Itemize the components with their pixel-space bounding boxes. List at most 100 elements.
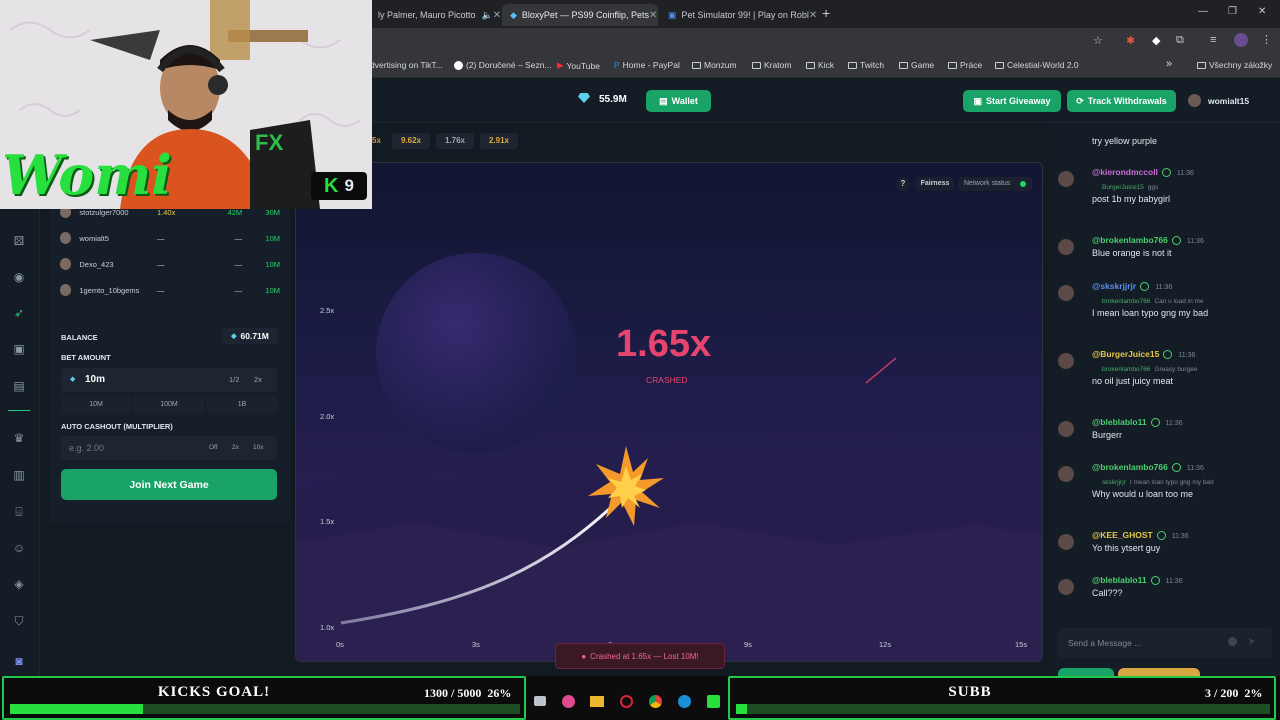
- close-tab-icon[interactable]: ✕: [649, 10, 657, 21]
- bag-icon[interactable]: ▤: [10, 377, 28, 395]
- x-tick: 15s: [1015, 640, 1028, 649]
- bookmark-label: Game: [911, 60, 935, 70]
- chat-message-text: Blue orange is not it: [1092, 248, 1172, 259]
- tag-icon[interactable]: ◈: [10, 575, 28, 593]
- x-tick: 9s: [744, 640, 752, 649]
- taskbar-opera-icon[interactable]: [620, 695, 633, 708]
- close-tab-icon[interactable]: ✕: [809, 10, 817, 21]
- network-status-button[interactable]: Network status: [958, 177, 1032, 191]
- chat-username[interactable]: @KEE_GHOST: [1092, 530, 1153, 540]
- bookmarks-more[interactable]: »: [1166, 58, 1172, 70]
- crash-status: CRASHED: [646, 375, 688, 385]
- double-bet-button[interactable]: 2x: [254, 375, 262, 384]
- rocket-icon[interactable]: ➶: [10, 304, 28, 322]
- chat-username[interactable]: @BurgerJuice15: [1092, 349, 1159, 359]
- case-icon[interactable]: ▣: [10, 340, 28, 358]
- bookmark-item[interactable]: ▶ YouTube: [557, 60, 600, 71]
- help-button[interactable]: ?: [896, 177, 910, 191]
- profile-avatar[interactable]: [1234, 33, 1248, 47]
- auto-cashout-input[interactable]: e.g. 2.00 Off 2x 10x: [61, 436, 277, 460]
- new-tab-icon[interactable]: +: [822, 5, 830, 21]
- all-bookmarks-folder[interactable]: Všechny záložky: [1197, 60, 1272, 70]
- minimize-icon[interactable]: —: [1198, 6, 1208, 17]
- taskbar-edge-icon[interactable]: [678, 695, 691, 708]
- coin-icon[interactable]: ◉: [10, 268, 28, 286]
- chat-username[interactable]: @kierondmccoll: [1092, 167, 1158, 177]
- users-icon[interactable]: ☺: [10, 539, 28, 557]
- cashout-off-button[interactable]: Off: [209, 444, 218, 451]
- half-bet-button[interactable]: 1/2: [229, 375, 239, 384]
- start-giveaway-button[interactable]: ▣ Start Giveaway: [963, 90, 1061, 112]
- browser-tab[interactable]: ▣ Pet Simulator 99! | Play on Robl ✕: [660, 4, 818, 26]
- rank-badge-icon: [1150, 576, 1160, 586]
- browser-tab[interactable]: ly Palmer, Mauro Picotto 🔈 ✕: [370, 4, 500, 26]
- bookmark-folder[interactable]: Kratom: [752, 60, 791, 70]
- taskbar-folder-icon[interactable]: [590, 696, 604, 707]
- wallet-button[interactable]: ▤ Wallet: [646, 90, 711, 112]
- discord-icon[interactable]: ◙: [10, 652, 28, 670]
- bookmark-folder[interactable]: Twitch: [848, 60, 884, 70]
- shield-icon[interactable]: ⛉: [10, 612, 28, 630]
- bookmark-folder[interactable]: Game: [899, 60, 934, 70]
- track-withdrawals-button[interactable]: ⟳ Track Withdrawals: [1067, 90, 1176, 112]
- dice-icon[interactable]: ⚄: [10, 232, 28, 250]
- bookmark-item[interactable]: dvertising on TikT...: [370, 60, 443, 70]
- menu-lines-icon[interactable]: ≡: [1210, 34, 1216, 46]
- bookmark-folder[interactable]: Kick: [806, 60, 834, 70]
- extension-icon[interactable]: ✱: [1126, 34, 1135, 47]
- bookmark-item[interactable]: (2) Doručené – Sezn...: [454, 60, 552, 70]
- chat-username[interactable]: @bleblablo11: [1092, 575, 1147, 585]
- roblox-favicon-icon: ▣: [668, 9, 677, 20]
- close-tab-icon[interactable]: ✕: [493, 10, 500, 21]
- cashout-2x-button[interactable]: 2x: [232, 444, 239, 451]
- quick-bet-10m[interactable]: 10M: [61, 396, 131, 414]
- more-menu-icon[interactable]: ⋮: [1261, 33, 1272, 46]
- browser-tab-active[interactable]: ◆ BloxyPet — PS99 Coinflip, Pets ✕: [502, 4, 658, 26]
- y-tick: 2.0x: [320, 412, 335, 421]
- close-window-icon[interactable]: ✕: [1258, 6, 1266, 17]
- join-next-game-button[interactable]: Join Next Game: [61, 469, 277, 500]
- folder-icon: [806, 61, 815, 69]
- user-avatar[interactable]: [1188, 94, 1201, 107]
- emoji-icon[interactable]: [1228, 637, 1237, 646]
- goal-title: SUBB: [948, 684, 992, 700]
- cashout-10x-button[interactable]: 10x: [253, 444, 263, 451]
- chat-input[interactable]: Send a Message ... ➤: [1058, 628, 1272, 658]
- bet-amount-input[interactable]: ◆ 10m 1/2 2x: [61, 368, 277, 392]
- quick-bet-100m[interactable]: 100M: [134, 396, 204, 414]
- extensions-puzzle-icon[interactable]: ⧉: [1176, 34, 1184, 47]
- gift-icon[interactable]: ⌹: [10, 503, 28, 521]
- chat-message: @bleblablo11 11:36 Call???: [1058, 575, 1270, 598]
- restore-icon[interactable]: ❐: [1228, 6, 1237, 17]
- fairness-button[interactable]: Fairness: [916, 177, 954, 191]
- reply-to-user: BurgerJuice15: [1102, 184, 1144, 192]
- trophy-icon[interactable]: ♛: [10, 429, 28, 447]
- x-tick: 0s: [336, 640, 344, 649]
- bookmark-folder[interactable]: Celestial-World 2.0: [995, 60, 1079, 70]
- send-icon[interactable]: ➤: [1248, 636, 1256, 647]
- chat-username[interactable]: @brokenlambo766: [1092, 462, 1168, 472]
- taskbar-app-icon[interactable]: [707, 695, 720, 708]
- bookmark-folder[interactable]: Monzum: [692, 60, 737, 70]
- goal-title: KICKS GOAL!: [157, 684, 271, 700]
- chat-username[interactable]: @skskrjjrjr: [1092, 281, 1136, 291]
- stats-icon[interactable]: ▥: [10, 466, 28, 484]
- taskbar-chrome-icon[interactable]: [649, 695, 662, 708]
- header-username[interactable]: womialt15: [1208, 96, 1249, 106]
- folder-icon: [752, 61, 761, 69]
- chat-username[interactable]: @bleblablo11: [1092, 417, 1147, 427]
- network-status-label: Network status: [964, 180, 1011, 187]
- chat-username[interactable]: @brokenlambo766: [1092, 235, 1168, 245]
- chat-avatar: [1058, 466, 1074, 482]
- bookmark-item[interactable]: P Home - PayPal: [614, 60, 680, 70]
- star-icon[interactable]: ☆: [1093, 34, 1103, 47]
- auto-cashout-placeholder: e.g. 2.00: [69, 443, 105, 453]
- quick-bet-1b[interactable]: 1B: [207, 396, 277, 414]
- chat-message: @brokenlambo766 11:36 Blue orange is not i…: [1058, 235, 1270, 259]
- speaker-icon: 🔈: [481, 9, 493, 20]
- bookmark-folder[interactable]: Práce: [948, 60, 982, 70]
- extension-icon[interactable]: ◆: [1152, 34, 1160, 47]
- taskbar-app-icon[interactable]: [562, 695, 575, 708]
- player-row: 1gemto_10bgems — — 10M: [60, 279, 280, 301]
- taskbar-app-icon[interactable]: [534, 696, 546, 706]
